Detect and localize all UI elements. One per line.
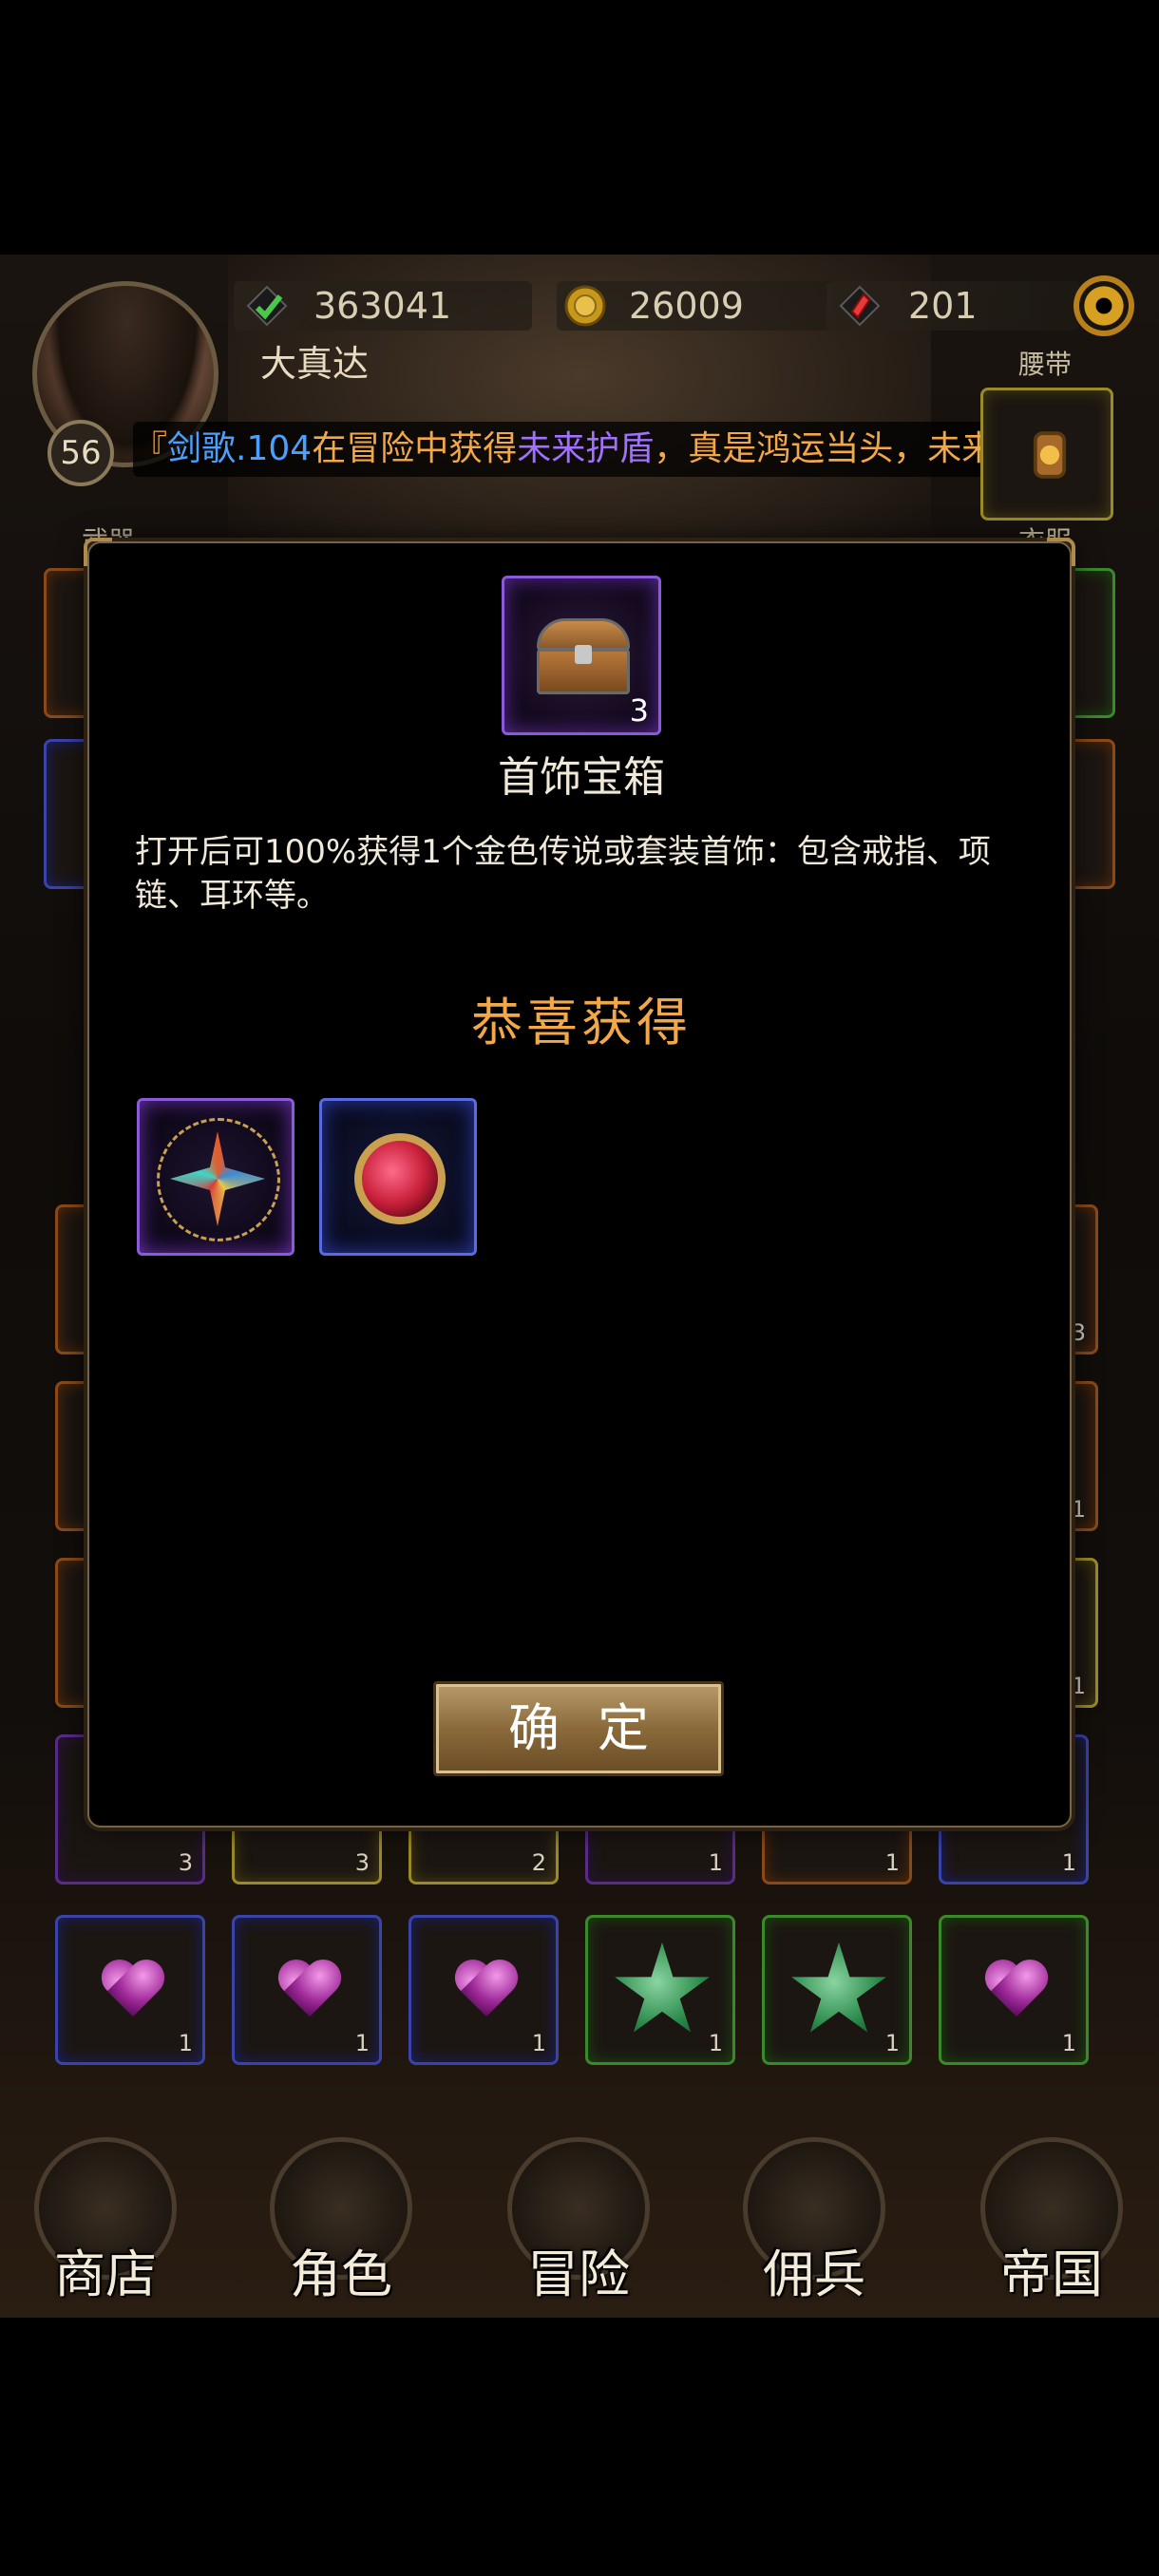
gold-coin-icon xyxy=(564,285,606,327)
red-gem-icon xyxy=(839,285,881,327)
power-resource: 363041 xyxy=(234,281,532,331)
ticker-text: ，真是鸿运当头，未来 xyxy=(654,429,997,468)
item-count: 1 xyxy=(884,2030,900,2056)
news-ticker: 『剑歌.104在冒险中获得未来护盾，真是鸿运当头，未来 xyxy=(133,422,1045,477)
gem-value: 201 xyxy=(908,285,978,327)
gold-resource: 26009 xyxy=(557,281,847,331)
reward-item[interactable] xyxy=(319,1098,477,1256)
inventory-slot[interactable]: 1 xyxy=(762,1915,912,2065)
item-count: 1 xyxy=(178,2030,193,2056)
inventory-slot[interactable]: 1 xyxy=(585,1915,735,2065)
item-count: 1 xyxy=(354,2030,370,2056)
item-count: 1 xyxy=(531,2030,546,2056)
item-count: 1 xyxy=(708,2030,723,2056)
item-name: 首饰宝箱 xyxy=(498,753,665,802)
lantern-icon xyxy=(1033,431,1067,479)
reward-item[interactable] xyxy=(137,1098,294,1256)
nav-shop[interactable]: 商店 xyxy=(25,2137,186,2318)
item-count: 1 xyxy=(1061,2030,1076,2056)
confirm-button[interactable]: 确定 xyxy=(433,1681,724,1776)
ruby-amulet-icon xyxy=(354,1133,446,1224)
item-count: 1 xyxy=(884,1849,900,1876)
clothes-slot[interactable] xyxy=(980,388,1113,521)
chest-count: 3 xyxy=(629,692,649,729)
bottom-nav: 商店 角色 冒险 佣兵 帝国 xyxy=(0,2109,1159,2318)
nav-empire[interactable]: 帝国 xyxy=(971,2137,1132,2318)
nav-label: 角色 xyxy=(290,2245,392,2304)
ticker-text: 在冒险中获得 xyxy=(312,429,518,468)
nav-label: 冒险 xyxy=(527,2245,630,2304)
green-star-gem-icon xyxy=(615,1942,710,2033)
item-count: 3 xyxy=(1071,1319,1086,1346)
chest-item-slot: 3 xyxy=(502,576,661,735)
player-name: 大真达 xyxy=(260,343,370,385)
nav-character[interactable]: 角色 xyxy=(260,2137,422,2318)
inventory-slot[interactable]: 1 xyxy=(408,1915,559,2065)
congrats-heading: 恭喜获得 xyxy=(471,993,692,1052)
item-description: 打开后可100%获得1个金色传说或套装首饰：包含戒指、项链、耳环等。 xyxy=(135,833,991,915)
item-count: 2 xyxy=(531,1849,546,1876)
nav-label: 帝国 xyxy=(1000,2245,1103,2304)
item-count: 1 xyxy=(1071,1496,1086,1523)
checkmark-icon xyxy=(246,285,288,327)
ticker-prefix: 『 xyxy=(133,429,168,468)
ticker-player: 剑歌.104 xyxy=(167,429,313,468)
purple-heart-gem-icon xyxy=(276,1961,343,2020)
player-level-badge: 56 xyxy=(48,420,114,486)
nav-label: 佣兵 xyxy=(763,2245,865,2304)
nav-adventure[interactable]: 冒险 xyxy=(498,2137,659,2318)
purple-heart-gem-icon xyxy=(453,1961,520,2020)
reward-dialog: 3 首饰宝箱 打开后可100%获得1个金色传说或套装首饰：包含戒指、项链、耳环等… xyxy=(84,538,1075,1828)
belt-label: 腰带 xyxy=(1018,349,1073,380)
item-count: 1 xyxy=(708,1849,723,1876)
gold-value: 26009 xyxy=(629,285,744,327)
inventory-slot[interactable]: 1 xyxy=(939,1915,1089,2065)
treasure-chest-icon xyxy=(537,618,630,694)
item-count: 1 xyxy=(1071,1673,1086,1699)
item-count: 1 xyxy=(1061,1849,1076,1876)
inventory-slot[interactable]: 1 xyxy=(232,1915,382,2065)
nav-label: 商店 xyxy=(54,2245,157,2304)
item-count: 3 xyxy=(178,1849,193,1876)
ticker-item: 未来护盾 xyxy=(517,429,655,468)
purple-heart-gem-icon xyxy=(100,1961,166,2020)
power-value: 363041 xyxy=(314,285,452,327)
inventory-slot[interactable]: 1 xyxy=(55,1915,205,2065)
belt-slot[interactable] xyxy=(980,255,1113,340)
purple-heart-gem-icon xyxy=(983,1961,1050,2020)
item-count: 3 xyxy=(354,1849,370,1876)
green-star-gem-icon xyxy=(791,1942,886,2033)
nav-mercenary[interactable]: 佣兵 xyxy=(733,2137,895,2318)
